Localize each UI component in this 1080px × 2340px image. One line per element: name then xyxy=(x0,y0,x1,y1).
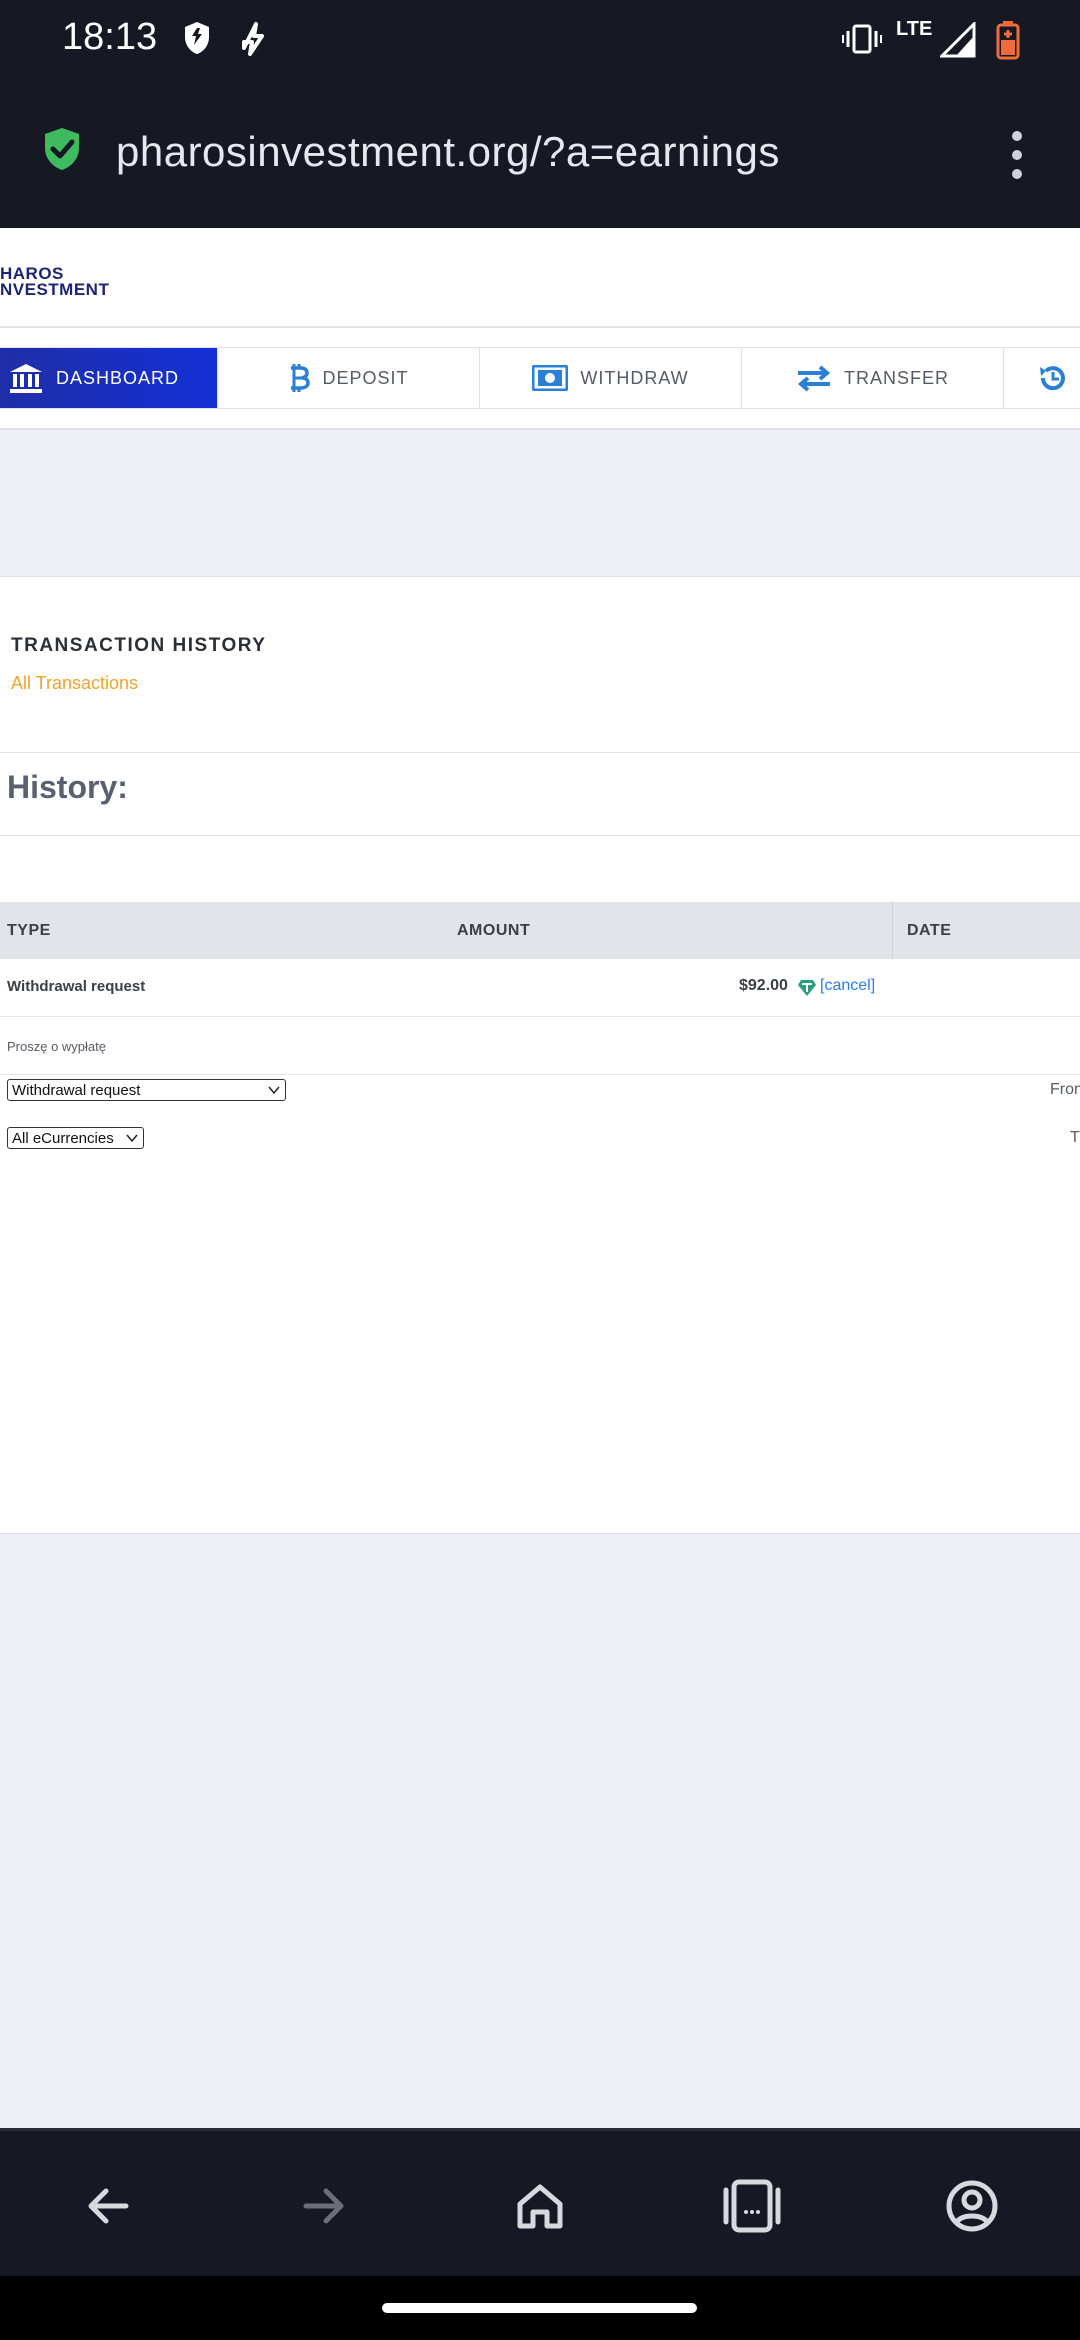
nav-dashboard[interactable]: DASHBOARD xyxy=(0,348,218,408)
section-title: TRANSACTION HISTORY xyxy=(11,635,267,656)
divider xyxy=(0,428,1080,430)
account-icon[interactable] xyxy=(944,2178,1000,2234)
row-type: Withdrawal request xyxy=(7,978,146,995)
nav-dashboard-label: DASHBOARD xyxy=(56,367,180,388)
table-row: Withdrawal request $92.00 [cancel] xyxy=(0,959,1080,1017)
banknote-icon xyxy=(532,365,569,391)
bitcoin-icon xyxy=(291,364,311,392)
col-amount: AMOUNT xyxy=(457,922,531,939)
from-label: Fron xyxy=(1050,1081,1080,1098)
forward-arrow-icon[interactable] xyxy=(296,2178,352,2234)
gesture-bar xyxy=(0,2276,1080,2340)
nav-deposit-label: DEPOSIT xyxy=(322,367,409,388)
logo-line2: NVESTMENT xyxy=(0,280,110,299)
bank-icon xyxy=(10,364,42,393)
transfer-icon xyxy=(797,365,831,392)
nav-withdraw[interactable]: WITHDRAW xyxy=(480,348,742,408)
signal-icon xyxy=(940,22,976,58)
currency-select-value: All eCurrencies xyxy=(12,1129,114,1147)
divider xyxy=(0,752,1080,753)
url-text[interactable]: pharosinvestment.org/?a=earnings xyxy=(116,128,780,176)
battery-icon xyxy=(996,21,1020,60)
home-icon[interactable] xyxy=(512,2178,568,2234)
cancel-link[interactable]: [cancel] xyxy=(820,977,875,995)
nav-withdraw-label: WITHDRAW xyxy=(580,367,689,388)
more-vert-icon[interactable] xyxy=(1004,130,1030,180)
currency-select[interactable]: All eCurrencies xyxy=(7,1127,144,1149)
divider xyxy=(0,835,1080,836)
type-select[interactable]: Withdrawal request xyxy=(7,1079,286,1101)
all-transactions-link[interactable]: All Transactions xyxy=(11,673,138,694)
site-logo[interactable]: HAROS NVESTMENT xyxy=(0,265,110,299)
back-arrow-icon[interactable] xyxy=(80,2178,136,2234)
home-indicator[interactable] xyxy=(382,2303,697,2313)
nav-transfer[interactable]: TRANSFER xyxy=(742,348,1004,408)
browser-url-bar[interactable]: pharosinvestment.org/?a=earnings xyxy=(0,80,1080,228)
sync-status-icon xyxy=(242,22,264,56)
network-type: LTE xyxy=(896,18,933,40)
shield-status-icon xyxy=(185,22,209,54)
tabs-icon[interactable] xyxy=(720,2178,784,2234)
column-divider xyxy=(892,902,893,959)
row-amount: $92.00 xyxy=(739,977,788,994)
status-bar: 18:13 LTE xyxy=(0,0,1080,80)
col-date: DATE xyxy=(907,922,952,939)
tether-icon xyxy=(798,980,816,996)
nav-transfer-label: TRANSFER xyxy=(843,367,949,388)
row-note: Proszę o wypłatę xyxy=(7,1039,106,1054)
secure-shield-icon xyxy=(45,128,79,170)
table-row-note: Proszę o wypłatę xyxy=(0,1017,1080,1075)
history-heading: History: xyxy=(7,769,128,805)
nav-history[interactable]: T xyxy=(1004,348,1080,408)
col-type: TYPE xyxy=(7,922,51,939)
main-nav: DASHBOARD DEPOSIT WITHDRAW TRANSFER xyxy=(0,347,1080,409)
nav-deposit[interactable]: DEPOSIT xyxy=(218,348,480,408)
table-header: TYPE AMOUNT DATE xyxy=(0,902,1080,959)
type-select-value: Withdrawal request xyxy=(12,1081,141,1099)
status-time: 18:13 xyxy=(62,16,158,58)
page-content: HAROS NVESTMENT DASHBOARD DEPOSIT WITHDR… xyxy=(0,228,1080,2128)
chevron-down-icon xyxy=(268,1086,280,1095)
vibrate-icon xyxy=(842,24,882,54)
history-icon xyxy=(1040,366,1065,391)
browser-bottom-bar xyxy=(0,2128,1080,2276)
to-label: T xyxy=(1070,1129,1080,1146)
chevron-down-icon xyxy=(126,1134,138,1143)
divider xyxy=(0,326,1080,328)
